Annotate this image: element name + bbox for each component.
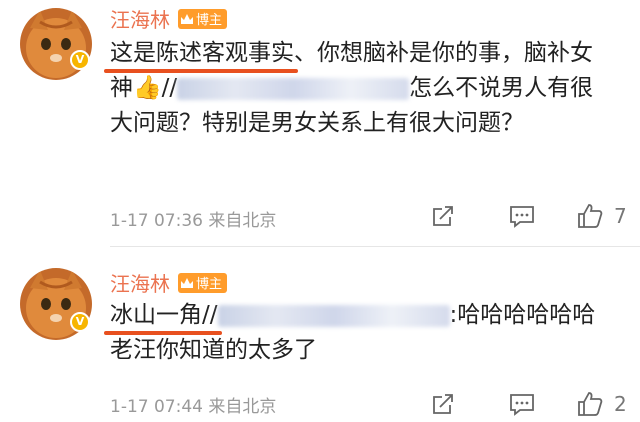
like-icon[interactable] — [576, 390, 604, 418]
like-count: 2 — [614, 392, 627, 416]
comment-item: V 汪海林 博主 这是陈述客观事实 、你想脑补是你的事，脑补女神👍//怎么不说男人… — [0, 0, 640, 240]
thumbs-up-icon: 👍 — [133, 75, 162, 101]
redacted-mention — [217, 304, 450, 327]
blogger-badge: 博主 — [178, 8, 228, 29]
underline-mark — [104, 331, 222, 335]
highlighted-text: 这是陈述客观事实 — [104, 36, 298, 73]
divider — [110, 246, 640, 247]
underline-mark — [104, 69, 298, 73]
redacted-mention — [177, 77, 410, 100]
username[interactable]: 汪海林 — [110, 4, 170, 33]
comment-icon[interactable] — [508, 391, 536, 417]
like-icon[interactable] — [576, 202, 604, 230]
share-icon[interactable] — [430, 391, 456, 417]
badge-label: 博主 — [196, 13, 223, 28]
comment-text: 冰山一角//:哈哈哈哈哈哈老汪你知道的太多了 — [104, 298, 610, 368]
comment-item: V 汪海林 博主 冰山一角//:哈哈哈哈哈哈老汪你知道的太多了 1-17 07:… — [0, 254, 640, 422]
blogger-badge: 博主 — [178, 272, 228, 293]
badge-label: 博主 — [196, 277, 223, 292]
crown-icon — [181, 277, 193, 288]
share-icon[interactable] — [430, 203, 456, 229]
comment-meta: 1-17 07:36 来自北京 — [110, 211, 277, 231]
highlighted-text: 冰山一角// — [104, 298, 222, 335]
comment-icon[interactable] — [508, 203, 536, 229]
comment-text: 这是陈述客观事实 、你想脑补是你的事，脑补女神👍//怎么不说男人有很大问题？特别是… — [104, 36, 610, 141]
crown-icon — [181, 13, 193, 24]
verified-badge-icon: V — [70, 50, 90, 70]
comment-meta: 1-17 07:44 来自北京 — [110, 397, 277, 417]
username[interactable]: 汪海林 — [110, 268, 170, 297]
like-count: 7 — [614, 204, 627, 228]
verified-badge-icon: V — [70, 312, 90, 332]
